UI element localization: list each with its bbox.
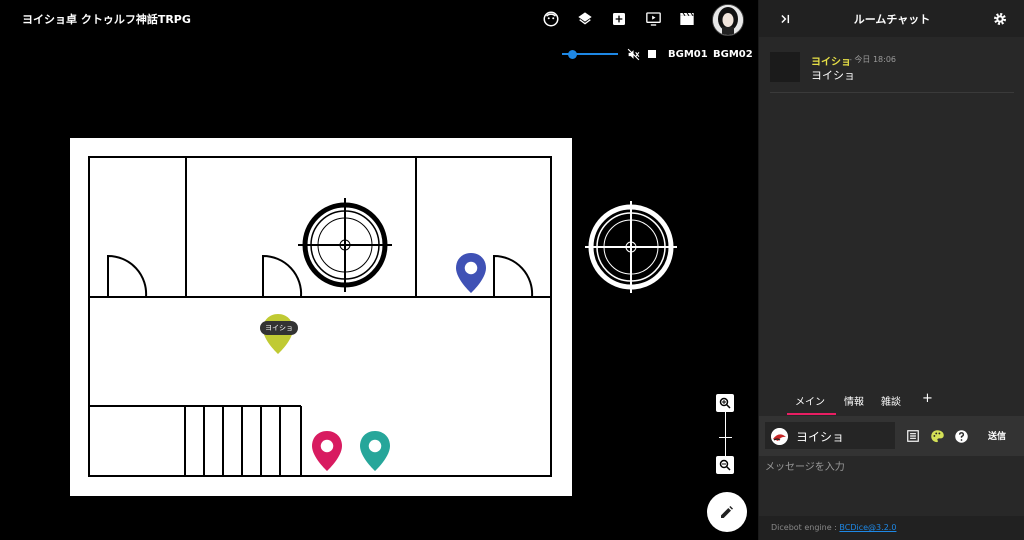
active-tab-indicator <box>787 413 836 415</box>
dicebot-label: Dicebot engine : <box>771 523 840 532</box>
zoom-out-icon[interactable] <box>716 456 734 474</box>
screen-icon[interactable] <box>642 8 664 30</box>
mute-icon[interactable] <box>624 45 642 63</box>
dicebot-engine-text: Dicebot engine : BCDice@3.2.0 <box>771 523 896 532</box>
layers-icon[interactable] <box>574 8 596 30</box>
add-tab-button[interactable]: + <box>922 391 933 406</box>
bgm-track-1[interactable]: BGM01 <box>668 49 708 60</box>
tab-main[interactable]: メイン <box>795 393 825 408</box>
dicebot-link[interactable]: BCDice@3.2.0 <box>839 523 896 532</box>
message-timestamp: - 今日 18:06 <box>849 55 897 64</box>
stop-icon[interactable] <box>645 47 659 61</box>
chat-composer: ヨイショ 送信 <box>759 416 1024 456</box>
tab-info[interactable]: 情報 <box>844 393 864 408</box>
clapper-icon[interactable] <box>676 8 698 30</box>
message-text: ヨイショ <box>811 69 855 82</box>
help-icon[interactable] <box>953 428 969 444</box>
map-pin-pink-icon[interactable] <box>312 431 342 471</box>
send-button[interactable]: 送信 <box>988 429 1006 442</box>
list-icon[interactable] <box>905 428 921 444</box>
bgm-track-2[interactable]: BGM02 <box>713 49 753 60</box>
message-avatar <box>770 52 800 82</box>
zoom-level-tick[interactable] <box>719 437 732 438</box>
chat-header: ルームチャット <box>759 0 1024 37</box>
palette-icon[interactable] <box>929 428 945 444</box>
volume-slider-knob[interactable] <box>568 50 577 59</box>
add-box-icon[interactable] <box>608 8 630 30</box>
character-name: ヨイショ <box>796 430 845 444</box>
chat-message: ヨイショ - 今日 18:06 ヨイショ <box>770 52 1014 93</box>
edit-fab-button[interactable] <box>707 492 747 532</box>
face-icon[interactable] <box>540 8 562 30</box>
room-title: ヨイショ卓 クトゥルフ神話TRPG <box>22 13 191 26</box>
message-sender: ヨイショ <box>811 57 851 68</box>
user-avatar[interactable] <box>712 4 744 36</box>
pencil-icon <box>721 506 733 518</box>
character-select[interactable]: ヨイショ <box>765 422 895 449</box>
settings-gear-icon[interactable] <box>989 8 1011 30</box>
token-label: ヨイショ <box>260 321 298 335</box>
map-pin-teal-icon[interactable] <box>360 431 390 471</box>
target-reticle-inside <box>298 198 392 292</box>
chat-footer: Dicebot engine : BCDice@3.2.0 <box>759 516 1024 540</box>
chat-tabs: メイン 情報 雑談 + <box>759 385 1024 416</box>
chat-panel: ルームチャット ヨイショ - 今日 18:06 ヨイショ メイン 情報 雑談 +… <box>758 0 1024 540</box>
map-pin-blue-icon[interactable] <box>456 253 486 293</box>
tab-chatter[interactable]: 雑談 <box>881 393 901 408</box>
zoom-control <box>716 394 736 476</box>
chat-title: ルームチャット <box>853 13 931 26</box>
character-icon <box>771 428 788 445</box>
game-board: ヨイショ卓 クトゥルフ神話TRPG BGM01 BGM02 ヨイショ <box>0 0 758 540</box>
zoom-in-icon[interactable] <box>716 394 734 412</box>
target-reticle-icon[interactable] <box>583 199 679 295</box>
zoom-track[interactable] <box>725 412 726 458</box>
message-input[interactable]: メッセージを入力 <box>765 458 845 473</box>
